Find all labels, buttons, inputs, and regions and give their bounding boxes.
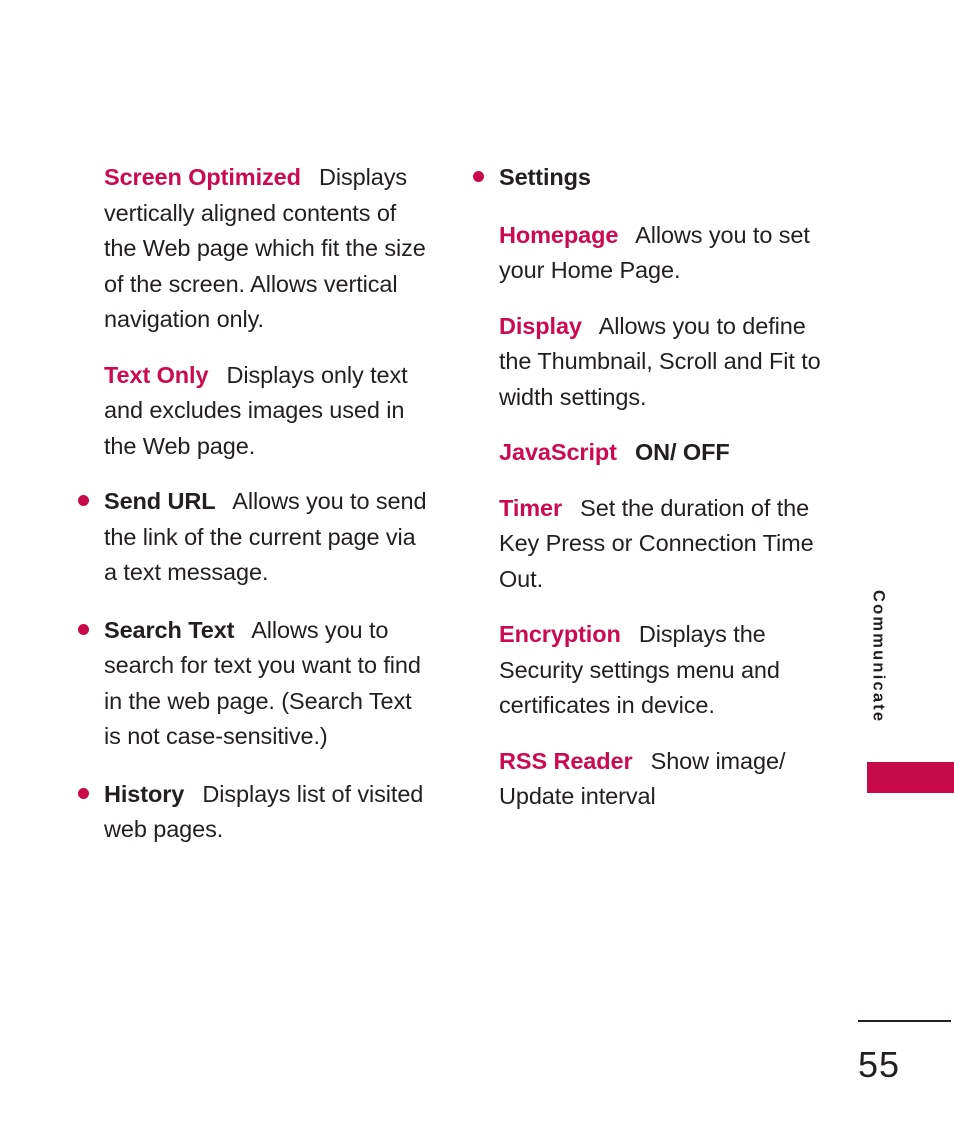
bullet-icon bbox=[78, 495, 89, 506]
sub-list-item: Screen Optimized Displays vertically ali… bbox=[70, 160, 430, 338]
item-term: Text Only bbox=[104, 361, 209, 388]
list-item: History Displays list of visited web pag… bbox=[70, 777, 430, 848]
item-paragraph: Search Text Allows you to search for tex… bbox=[104, 613, 430, 755]
item-term: JavaScript bbox=[499, 439, 617, 465]
bullet-icon bbox=[78, 623, 89, 635]
item-description: ON/ OFF bbox=[634, 439, 730, 465]
bullet-icon bbox=[78, 787, 89, 799]
list-item: Search Text Allows you to search for tex… bbox=[70, 613, 430, 755]
item-paragraph: JavaScript ON/ OFF bbox=[499, 435, 830, 471]
sub-list-item: Text Only Displays only text and exclude… bbox=[70, 358, 430, 465]
item-paragraph: Timer Set the duration of the Key Press … bbox=[499, 491, 830, 598]
right-text-column: Settings Homepage Allows you to set your … bbox=[465, 160, 830, 835]
section-tab-text: Communicate bbox=[869, 590, 888, 724]
left-text-column: Screen Optimized Displays vertically ali… bbox=[70, 160, 430, 870]
item-term: History bbox=[104, 780, 185, 807]
item-term: Send URL bbox=[104, 488, 216, 514]
item-term: RSS Reader bbox=[499, 747, 633, 774]
sub-list-item: Homepage Allows you to set your Home Pag… bbox=[465, 218, 830, 289]
page-number: 55 bbox=[858, 1044, 901, 1085]
item-paragraph: Display Allows you to define the Thumbna… bbox=[499, 309, 830, 416]
item-paragraph: RSS Reader Show image/ Update interval bbox=[499, 744, 830, 815]
item-paragraph: Screen Optimized Displays vertically ali… bbox=[104, 160, 430, 338]
item-term: Screen Optimized bbox=[104, 164, 301, 190]
item-term: Search Text bbox=[104, 616, 235, 643]
item-term: Encryption bbox=[499, 621, 621, 647]
item-paragraph: Settings bbox=[499, 160, 830, 196]
footer-divider bbox=[858, 1020, 951, 1022]
bullet-icon bbox=[473, 171, 484, 182]
manual-page: Screen Optimized Displays vertically ali… bbox=[0, 0, 954, 1145]
item-term: Timer bbox=[499, 494, 563, 521]
sub-list-item: Timer Set the duration of the Key Press … bbox=[465, 491, 830, 598]
item-paragraph: Encryption Displays the Security setting… bbox=[499, 617, 830, 724]
list-item: Settings bbox=[465, 160, 830, 196]
item-term: Homepage bbox=[499, 221, 619, 248]
list-item: Send URL Allows you to send the link of … bbox=[70, 484, 430, 591]
sub-list-item: JavaScript ON/ OFF bbox=[465, 435, 830, 471]
section-tab-marker bbox=[867, 762, 954, 793]
item-paragraph: Send URL Allows you to send the link of … bbox=[104, 484, 430, 591]
sub-list-item: RSS Reader Show image/ Update interval bbox=[465, 744, 830, 815]
item-paragraph: Homepage Allows you to set your Home Pag… bbox=[499, 218, 830, 289]
section-tab-label: Communicate bbox=[866, 590, 890, 760]
sub-list-item: Encryption Displays the Security setting… bbox=[465, 617, 830, 724]
item-term: Settings bbox=[499, 164, 591, 190]
item-term: Display bbox=[499, 312, 582, 339]
item-paragraph: Text Only Displays only text and exclude… bbox=[104, 358, 430, 465]
sub-list-item: Display Allows you to define the Thumbna… bbox=[465, 309, 830, 416]
item-paragraph: History Displays list of visited web pag… bbox=[104, 777, 430, 848]
